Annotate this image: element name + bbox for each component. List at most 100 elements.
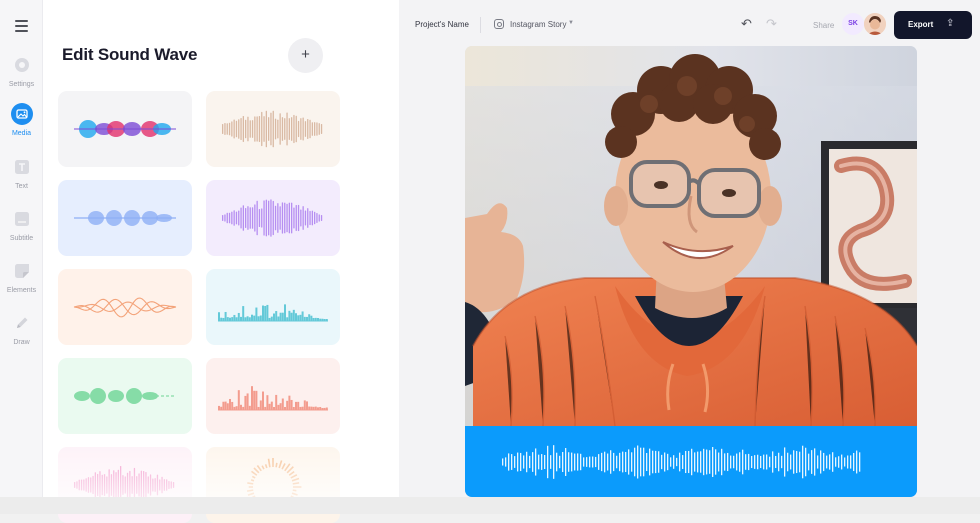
wave-bar xyxy=(727,452,729,472)
wave-bar xyxy=(646,452,648,472)
wave-bar xyxy=(586,457,588,467)
wave-bar xyxy=(724,453,726,471)
export-button[interactable]: Export ⇪ xyxy=(894,11,972,39)
wave-bar xyxy=(637,445,639,479)
chevron-down-icon[interactable]: ▼ xyxy=(568,20,574,26)
wave-bar xyxy=(538,454,540,470)
elements-icon xyxy=(11,260,33,282)
wave-bar xyxy=(799,451,801,473)
wave-bar xyxy=(682,455,684,469)
divider xyxy=(480,17,481,33)
wave-bar xyxy=(541,454,543,470)
wave-bar xyxy=(730,455,732,469)
wave-bar xyxy=(550,455,552,469)
wave-bar xyxy=(562,451,564,473)
wave-bar xyxy=(577,453,579,471)
nav-media[interactable]: Media xyxy=(0,103,43,137)
export-label: Export xyxy=(908,20,934,29)
wave-bar xyxy=(736,453,738,471)
wave-style-tile[interactable] xyxy=(206,269,340,345)
subtitle-icon xyxy=(11,208,33,230)
nav-text[interactable]: Text xyxy=(0,156,43,190)
format-selector[interactable]: Instagram Story xyxy=(510,20,566,29)
nav-text-label: Text xyxy=(15,183,28,190)
avatar[interactable]: SK xyxy=(842,13,864,35)
settings-icon xyxy=(11,54,33,76)
share-button[interactable]: Share xyxy=(813,21,834,30)
wave-style-tile[interactable] xyxy=(58,180,192,256)
wave-bar xyxy=(616,455,618,469)
wave-bar xyxy=(604,451,606,473)
video-frame-photo xyxy=(465,46,917,497)
hamburger-menu-icon[interactable] xyxy=(15,20,28,32)
wave-bar xyxy=(823,452,825,472)
wave-bar xyxy=(568,452,570,472)
wave-bar xyxy=(589,456,591,468)
wave-bar xyxy=(664,452,666,472)
wave-bar xyxy=(565,448,567,476)
pencil-icon xyxy=(11,312,33,334)
wave-preview-icon xyxy=(222,199,323,237)
wave-bar xyxy=(652,450,654,474)
wave-bar xyxy=(625,451,627,473)
wave-style-tile[interactable] xyxy=(58,269,192,345)
redo-icon[interactable]: ↷ xyxy=(766,16,777,32)
add-wave-button[interactable]: + xyxy=(288,38,323,73)
wave-bar xyxy=(790,454,792,470)
wave-bar xyxy=(595,456,597,468)
wave-bar xyxy=(634,447,636,477)
wave-style-tile[interactable] xyxy=(206,358,340,434)
wave-bar xyxy=(631,452,633,472)
image-icon xyxy=(10,103,33,125)
wave-style-tile[interactable] xyxy=(58,91,192,167)
wave-bar xyxy=(502,458,504,466)
wave-bar xyxy=(676,457,678,467)
wave-bar xyxy=(685,450,687,474)
wave-bar xyxy=(505,457,507,467)
wave-bar xyxy=(517,452,519,472)
wave-bar xyxy=(508,453,510,471)
wave-style-tile[interactable] xyxy=(206,180,340,256)
nav-subtitle[interactable]: Subtitle xyxy=(0,208,43,242)
nav-draw-label: Draw xyxy=(13,339,30,346)
wave-bar xyxy=(808,453,810,471)
wave-bar xyxy=(775,455,777,469)
wave-bar xyxy=(742,449,744,475)
wave-bar xyxy=(661,454,663,470)
wave-bar xyxy=(571,452,573,472)
wave-bar xyxy=(529,455,531,469)
undo-icon[interactable]: ↶ xyxy=(741,16,752,32)
top-bar: Project's Name Instagram Story ▼ ↶ ↷ Sha… xyxy=(399,0,980,48)
wave-bar xyxy=(649,448,651,476)
wave-bar xyxy=(553,445,555,479)
wave-bar xyxy=(757,454,759,470)
project-name[interactable]: Project's Name xyxy=(415,20,469,29)
wave-bar xyxy=(844,457,846,467)
wave-bar xyxy=(535,448,537,476)
nav-settings-label: Settings xyxy=(8,81,35,88)
wave-bar xyxy=(709,450,711,474)
text-icon xyxy=(11,156,33,178)
wave-bar xyxy=(592,456,594,468)
wave-bar xyxy=(688,450,690,474)
nav-settings[interactable]: Settings xyxy=(0,54,43,88)
wave-bar xyxy=(715,449,717,475)
nav-draw[interactable]: Draw xyxy=(0,312,43,346)
wave-style-tile[interactable] xyxy=(58,358,192,434)
wave-bar xyxy=(802,445,804,479)
wave-bar xyxy=(745,454,747,470)
wave-bar xyxy=(655,450,657,474)
wave-bar xyxy=(514,456,516,468)
wave-bar xyxy=(703,448,705,476)
wave-bar xyxy=(667,453,669,471)
wave-style-tile[interactable] xyxy=(206,91,340,167)
sound-wave-panel: Edit Sound Wave + xyxy=(43,0,399,523)
avatar-photo[interactable] xyxy=(864,13,886,35)
nav-elements[interactable]: Elements xyxy=(0,260,43,294)
wave-bar xyxy=(766,454,768,470)
wave-bar xyxy=(721,448,723,476)
video-canvas[interactable] xyxy=(465,46,917,497)
wave-bar xyxy=(544,454,546,470)
wave-bar xyxy=(607,453,609,471)
wave-bar xyxy=(583,457,585,467)
